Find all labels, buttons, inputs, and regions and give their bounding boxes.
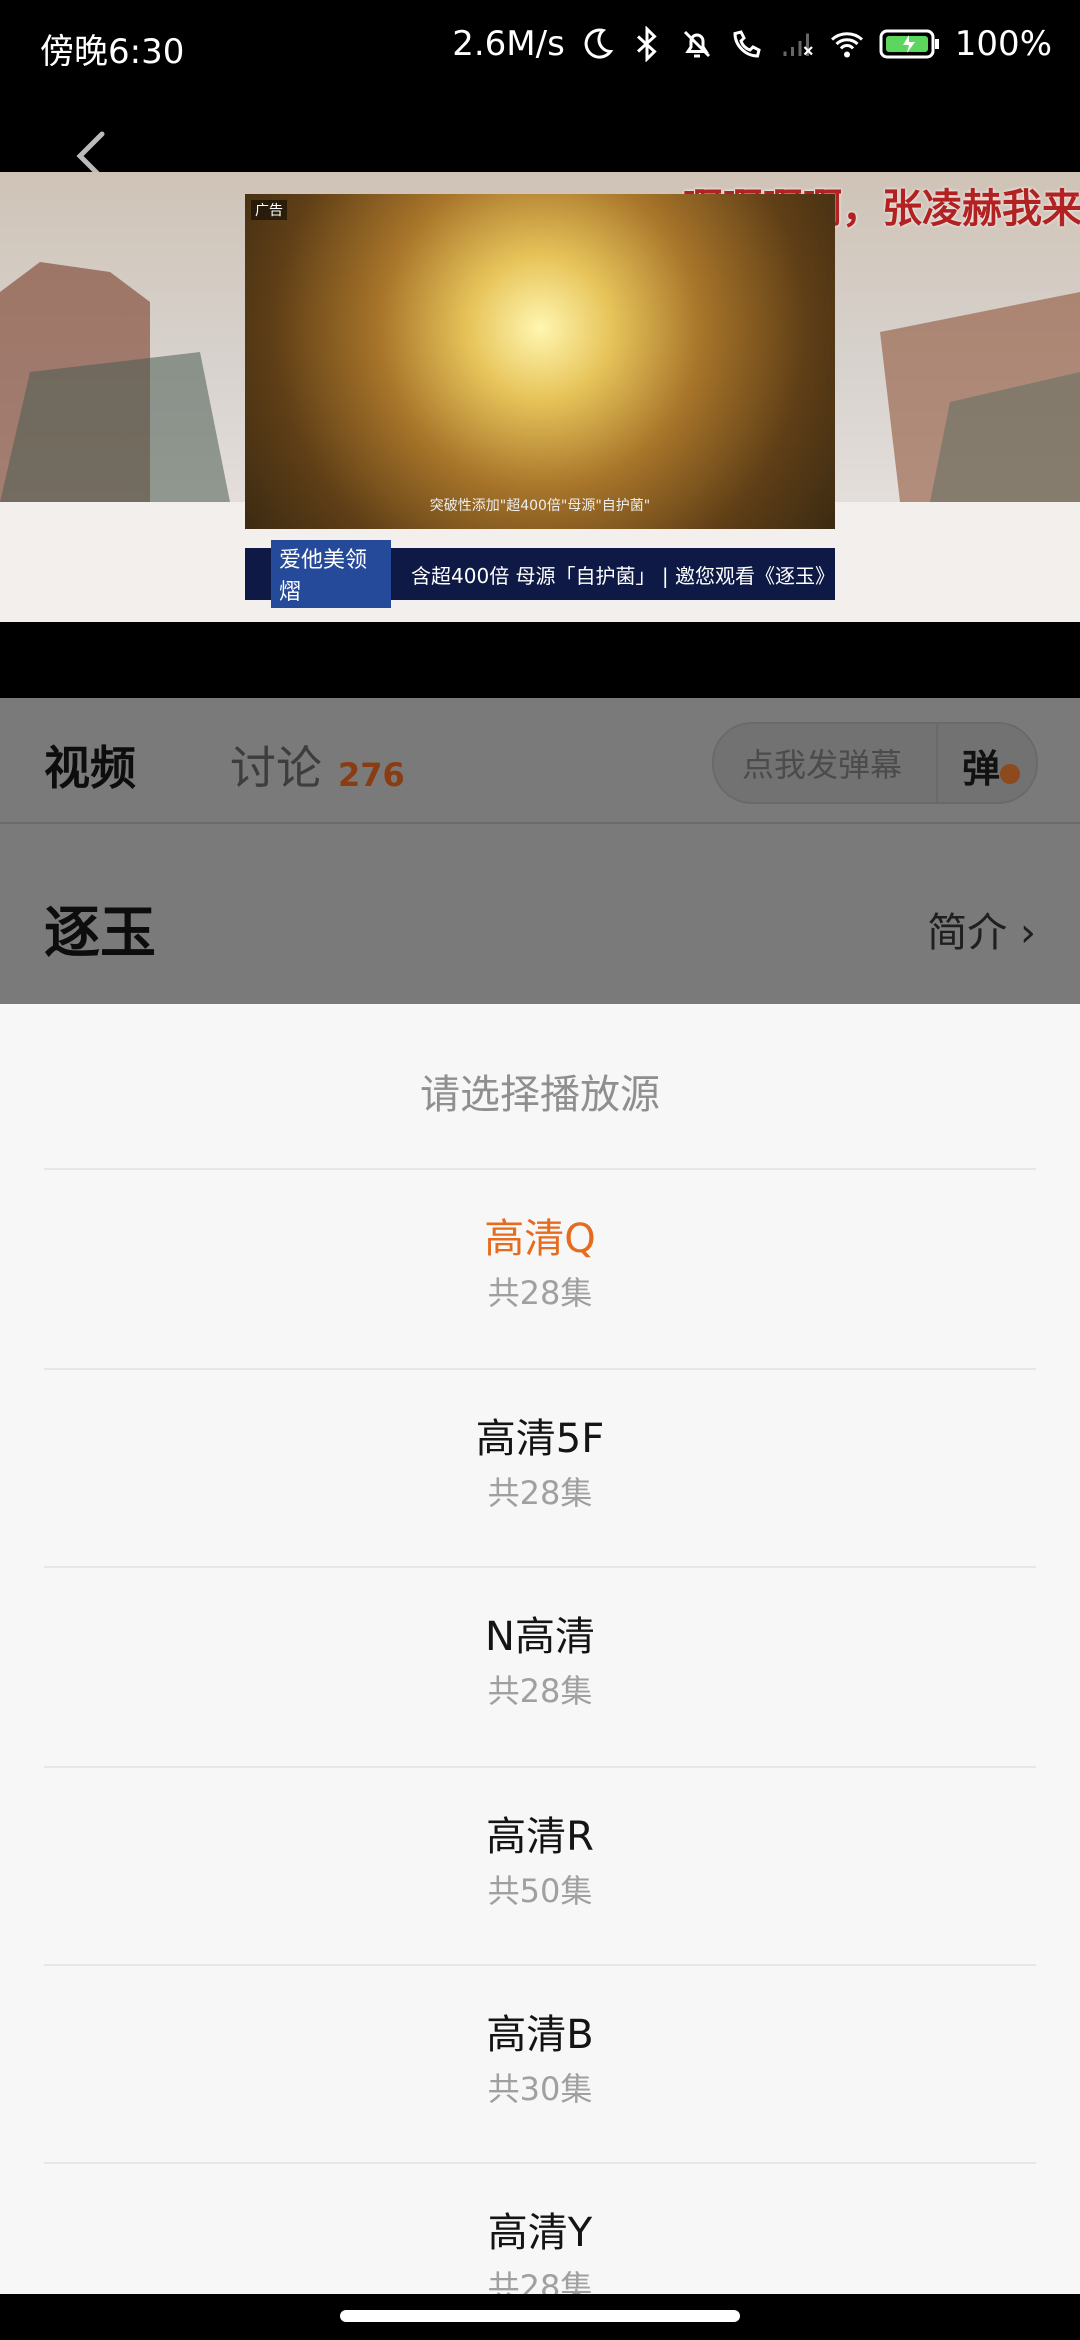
video-player[interactable]: 啊啊啊啊，张凌赫我来 广告 突破性添加"超400倍"母源"自护菌" 爱他美领熠 … — [0, 92, 1080, 698]
details-panel: 视频 讨论 276 点我发弹幕 弹 — [0, 698, 1080, 1004]
wifi-icon — [830, 32, 863, 58]
ad-caption: 突破性添加"超400倍"母源"自护菌" — [429, 498, 651, 514]
source-name: 高清R — [486, 1814, 594, 1860]
source-name: 高清Y — [487, 2210, 593, 2256]
danmu-input[interactable]: 点我发弹幕 弹 — [712, 722, 1038, 804]
episode-count: 共28集 — [487, 1672, 593, 1710]
home-indicator[interactable] — [340, 2310, 740, 2322]
episode-count: 共28集 — [487, 1474, 593, 1512]
ad-video[interactable]: 广告 突破性添加"超400倍"母源"自护菌" — [245, 194, 835, 529]
call-icon — [733, 30, 761, 58]
source-option[interactable]: N高清 共28集 — [0, 1568, 1080, 1766]
source-picker-sheet: 请选择播放源 高清Q 共28集 高清5F 共28集 N高清 共28集 高清R 共… — [0, 1004, 1080, 2294]
battery-level: 100% — [954, 24, 1052, 64]
source-option[interactable]: 高清Q 共28集 — [0, 1170, 1080, 1368]
ad-banner[interactable]: 爱他美领熠 含超400倍 母源「自护菌」 | 邀您观看《逐玉》 — [245, 540, 835, 608]
source-option[interactable]: 高清R 共50集 — [0, 1768, 1080, 1966]
source-name: 高清5F — [475, 1416, 605, 1462]
episode-count: 共50集 — [487, 1872, 593, 1910]
status-time: 傍晚6:30 — [40, 32, 185, 72]
source-option[interactable]: 高清5F 共28集 — [0, 1370, 1080, 1568]
source-option[interactable]: 高清Y 共28集 — [0, 2164, 1080, 2294]
episode-count: 共30集 — [487, 2070, 593, 2108]
tab-bar: 视频 讨论 276 点我发弹幕 弹 — [0, 698, 1080, 824]
ad-slogan: 含超400倍 母源「自护菌」 | 邀您观看《逐玉》 — [411, 563, 835, 588]
ad-brand: 爱他美领熠 — [271, 540, 392, 608]
discuss-count-badge: 276 — [338, 756, 405, 794]
source-name: 高清Q — [484, 1216, 596, 1262]
battery-icon — [879, 29, 939, 59]
show-title: 逐玉 — [44, 901, 156, 966]
divider — [936, 724, 938, 802]
system-nav-bar — [0, 2294, 1080, 2340]
tab-discuss[interactable]: 讨论 — [230, 732, 322, 798]
video-frame: 啊啊啊啊，张凌赫我来 广告 突破性添加"超400倍"母源"自护菌" 爱他美领熠 … — [0, 172, 1080, 622]
episode-count: 共28集 — [487, 1274, 593, 1312]
signal-icon — [783, 33, 813, 56]
moon-icon — [584, 28, 614, 59]
sheet-title: 请选择播放源 — [420, 1072, 660, 1118]
danmu-toggle-button[interactable]: 弹 — [962, 738, 1000, 793]
bluetooth-icon — [636, 26, 657, 62]
intro-link[interactable]: 简介 › — [927, 900, 1036, 958]
status-icons: 2.6M/s 100% — [452, 24, 1052, 64]
net-speed: 2.6M/s — [452, 24, 565, 64]
tab-video[interactable]: 视频 — [44, 732, 136, 798]
source-name: 高清B — [486, 2012, 594, 2058]
episode-count: 共28集 — [487, 2268, 593, 2294]
check-icon — [1000, 764, 1020, 784]
source-name: N高清 — [485, 1614, 595, 1660]
ad-tag: 广告 — [251, 200, 287, 220]
status-bar: 傍晚6:30 2.6M/s 100% — [0, 0, 1080, 92]
source-option[interactable]: 高清B 共30集 — [0, 1966, 1080, 2164]
mute-icon — [683, 30, 710, 58]
danmu-placeholder: 点我发弹幕 — [742, 746, 903, 784]
